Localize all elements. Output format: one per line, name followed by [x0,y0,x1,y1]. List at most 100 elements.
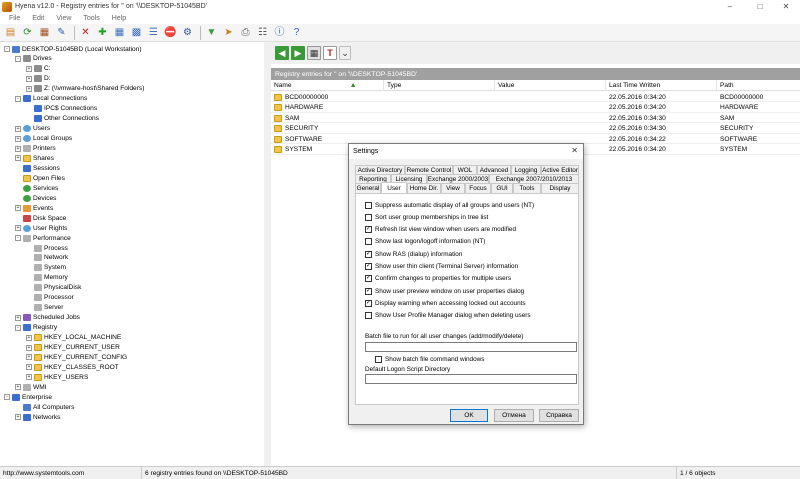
tab-display[interactable]: Display [541,183,579,193]
cancel-button[interactable]: Отмена [494,409,534,422]
column-header-type[interactable]: Type [384,80,495,91]
expand-icon[interactable]: + [26,374,32,381]
navigation-tree[interactable]: - DESKTOP-51045BD (Local Workstation) - Dri… [0,42,269,466]
details-icon[interactable]: ☰ [146,25,161,40]
expand-icon[interactable]: + [26,364,32,371]
logon-dir-input[interactable] [365,374,577,384]
expand-icon[interactable]: + [15,205,21,212]
tree-item[interactable]: + HKEY_USERS [26,372,88,382]
menu-tools[interactable]: Tools [77,15,105,22]
export-icon[interactable]: ➤ [221,25,236,40]
tree-item[interactable]: - Local Connections [15,94,87,104]
tree-item[interactable]: + HKEY_CLASSES_ROOT [26,362,119,372]
tree-item[interactable]: Sessions [15,163,60,173]
expand-icon[interactable]: + [15,414,21,421]
option-checkbox[interactable]: ✓ [365,287,372,295]
tree-item[interactable]: Devices [15,193,56,203]
menu-view[interactable]: View [50,15,77,22]
small-icons-icon[interactable]: ▩ [129,25,144,40]
collapse-icon[interactable]: - [15,235,21,242]
expand-icon[interactable]: + [15,155,21,162]
settings-icon[interactable]: ☷ [255,25,270,40]
tree-item[interactable]: - Registry [15,323,57,333]
tree-item[interactable]: Memory [26,273,68,283]
column-header-name[interactable]: Name ▲ [271,80,384,91]
list-row[interactable]: SAM 22.05.2016 0:34:30 SAM [271,113,800,123]
option-checkbox-row[interactable]: ✓ Confirm changes to properties for multi… [365,274,511,284]
option-checkbox-row[interactable]: Show User Profile Manager dialog when de… [365,311,531,321]
tree-item[interactable]: Open Files [15,173,65,183]
option-checkbox-row[interactable]: ✓ Refresh list view window when users are… [365,225,516,235]
info-icon[interactable]: ⓘ [272,25,287,40]
add-icon[interactable]: ✚ [95,25,110,40]
text-icon[interactable]: T [323,46,337,60]
option-checkbox[interactable]: ✓ [365,263,372,270]
option-checkbox[interactable] [365,238,372,246]
list-row[interactable]: HARDWARE 22.05.2016 0:34:20 HARDWARE [271,103,800,113]
expand-icon[interactable]: + [26,65,32,72]
expand-icon[interactable]: + [15,135,21,142]
expand-icon[interactable]: + [15,125,21,132]
tree-item[interactable]: - Drives [15,54,52,64]
edit-icon[interactable]: ✎ [54,25,69,40]
tree-item[interactable]: Disk Space [15,213,66,223]
refresh-icon[interactable]: ⟳ [20,25,35,40]
tree-item[interactable]: + HKEY_CURRENT_USER [26,343,120,353]
collapse-icon[interactable]: - [15,55,21,62]
expand-icon[interactable]: + [26,75,32,82]
tree-item[interactable]: + User Rights [15,223,67,233]
tree-item[interactable]: + Events [15,203,53,213]
tab-gui[interactable]: GUI [491,183,513,193]
expand-icon[interactable]: + [26,354,32,361]
collapse-icon[interactable]: - [15,95,21,102]
column-header-time[interactable]: Last Time Written [606,80,717,91]
close-button[interactable]: ✕ [772,0,800,13]
tab-view[interactable]: View [441,183,465,193]
option-checkbox-row[interactable]: ✓ Display warning when accessing locked o… [365,298,526,308]
tree-item[interactable]: Process [26,243,68,253]
tree-item[interactable]: PhysicalDisk [26,283,81,293]
column-header-path[interactable]: Path [717,80,800,91]
option-checkbox-row[interactable]: Suppress automatic display of all groups… [365,200,534,210]
large-icons-icon[interactable]: ▦ [112,25,127,40]
show-batch-checkbox[interactable] [375,355,382,363]
tools-icon[interactable]: ⚙ [180,25,195,40]
tab-user[interactable]: User [381,182,407,193]
tree-item[interactable]: - Enterprise [4,392,52,402]
maximize-button[interactable]: □ [746,0,774,13]
option-checkbox[interactable] [365,201,372,209]
collapse-icon[interactable]: - [15,324,21,331]
tree-item[interactable]: + Printers [15,144,56,154]
tree-item[interactable]: + Users [15,124,50,134]
grid-icon[interactable]: ▦ [307,46,321,60]
tree-item[interactable]: + WMI [15,382,47,392]
option-checkbox-row[interactable]: ✓ Show user thin client (Terminal Server)… [365,262,518,272]
expand-icon[interactable]: + [15,145,21,152]
tree-item[interactable]: + Networks [15,412,60,422]
tree-item[interactable]: + Shares [15,153,54,163]
collapse-icon[interactable]: - [4,46,10,52]
tab-focus[interactable]: Focus [465,183,491,193]
delete-icon[interactable]: ✕ [78,25,93,40]
option-checkbox[interactable]: ✓ [365,275,372,283]
tree-item[interactable]: Network [26,253,68,263]
tree-item[interactable]: - Performance [15,233,71,243]
list-row[interactable]: BCD00000000 22.05.2016 0:34:20 BCD00000000 [271,92,800,102]
expand-icon[interactable]: + [15,314,21,321]
forward-arrow-icon[interactable]: ▶ [291,46,305,60]
show-batch-checkbox-row[interactable]: Show batch file command windows [375,354,484,364]
back-arrow-icon[interactable]: ◀ [275,46,289,60]
list-row[interactable]: SECURITY 22.05.2016 0:34:30 SECURITY [271,124,800,134]
tree-item[interactable]: Server [26,303,63,313]
filter-icon[interactable]: ▼ [204,25,219,40]
expand-icon[interactable]: + [15,225,21,232]
tree-item[interactable]: Services [15,183,58,193]
tree-item[interactable]: + D: [26,74,51,84]
tab-general[interactable]: General [355,183,381,193]
option-checkbox[interactable]: ✓ [365,299,372,307]
properties-icon[interactable]: ▦ [37,25,52,40]
option-checkbox[interactable]: ✓ [365,226,372,234]
tree-item[interactable]: Other Connections [26,114,99,124]
expand-icon[interactable]: + [15,384,21,391]
tab-tools[interactable]: Tools [513,183,541,193]
